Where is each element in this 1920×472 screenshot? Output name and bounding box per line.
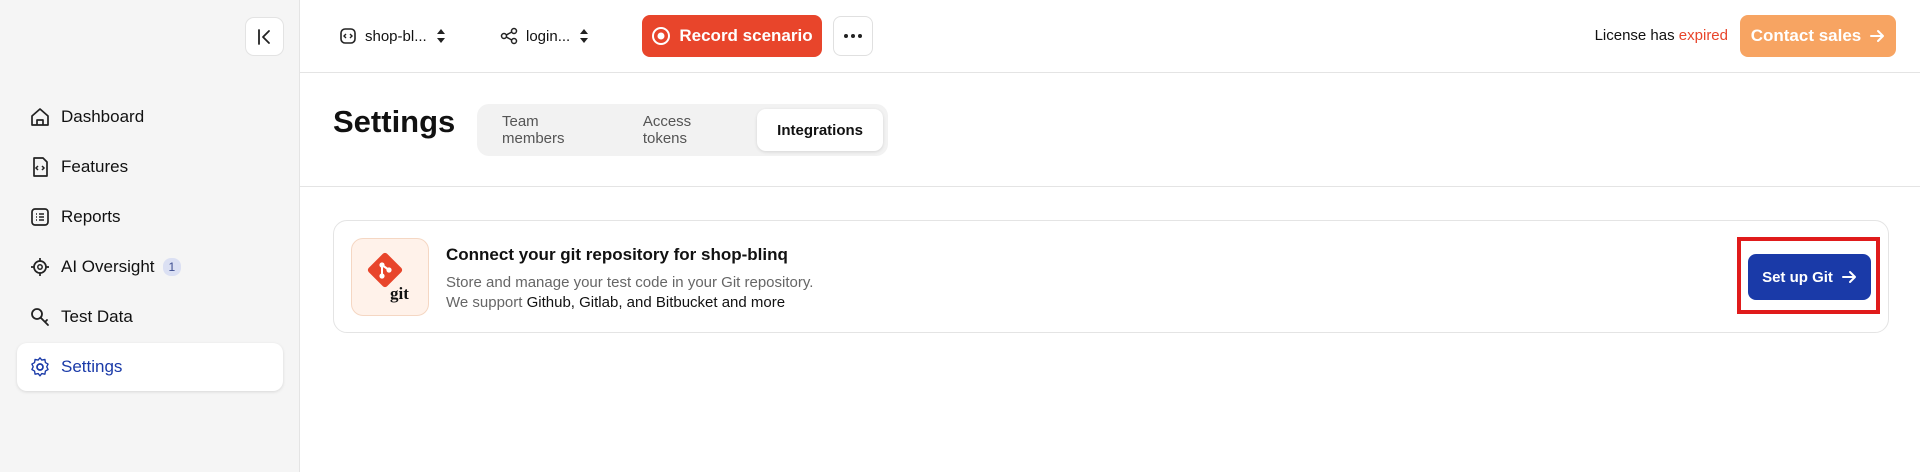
ai-chip-icon xyxy=(31,258,49,276)
home-icon xyxy=(31,108,49,126)
top-bar: shop-bl... login... Record scenario Lice… xyxy=(300,0,1920,73)
contact-sales-button[interactable]: Contact sales xyxy=(1740,15,1896,57)
feature-file-icon xyxy=(33,157,48,177)
scenario-selector[interactable]: login... xyxy=(500,23,590,49)
sidebar-item-label: Test Data xyxy=(61,307,133,326)
git-logo-text: git xyxy=(390,284,409,303)
sidebar-nav: Dashboard Features Reports AI Oversight … xyxy=(17,93,283,393)
arrow-right-icon xyxy=(1841,271,1856,283)
git-integration-card: git Connect your git repository for shop… xyxy=(333,220,1889,333)
tab-team-members[interactable]: Team members xyxy=(482,109,623,151)
header-divider xyxy=(300,186,1920,187)
project-code-icon xyxy=(340,28,356,44)
record-scenario-button[interactable]: Record scenario xyxy=(642,15,822,57)
list-icon xyxy=(31,208,49,226)
git-card-title: Connect your git repository for shop-bli… xyxy=(446,245,788,264)
sidebar-item-label: Features xyxy=(61,157,129,176)
scenario-selector-label: login... xyxy=(526,27,571,45)
git-card-desc-line2: We support Github, Gitlab, and Bitbucket… xyxy=(446,293,813,313)
git-card-description: Store and manage your test code in your … xyxy=(446,273,813,313)
flow-nodes-icon xyxy=(500,27,518,45)
git-logo-icon: git xyxy=(367,252,409,303)
sidebar-item-label: Settings xyxy=(61,357,123,376)
sidebar-item-dashboard[interactable]: Dashboard xyxy=(17,93,283,141)
collapse-left-icon xyxy=(257,28,270,45)
git-card-desc-prefix: We support xyxy=(446,294,523,311)
page-title: Settings xyxy=(333,104,456,139)
more-dots-icon xyxy=(844,34,862,38)
license-status: License has expired xyxy=(1595,27,1728,44)
sidebar-item-features[interactable]: Features xyxy=(17,143,283,191)
git-card-providers: Github, Gitlab, and Bitbucket and more xyxy=(526,294,786,311)
git-logo-tile: git xyxy=(351,238,429,316)
setup-git-button[interactable]: Set up Git xyxy=(1748,254,1871,300)
sidebar: Dashboard Features Reports AI Oversight … xyxy=(0,0,300,472)
arrow-right-icon xyxy=(1870,30,1885,42)
collapse-sidebar-button[interactable] xyxy=(245,17,284,56)
sidebar-item-label: AI Oversight xyxy=(61,257,155,276)
search-key-icon xyxy=(31,308,49,326)
license-expired-text: expired xyxy=(1678,27,1728,44)
sidebar-item-ai-oversight[interactable]: AI Oversight 1 xyxy=(17,243,283,291)
more-options-button[interactable] xyxy=(833,16,873,56)
project-selector-label: shop-bl... xyxy=(365,27,427,45)
project-selector[interactable]: shop-bl... xyxy=(339,23,447,49)
gear-icon xyxy=(31,357,49,377)
sidebar-item-test-data[interactable]: Test Data xyxy=(17,293,283,341)
record-icon xyxy=(652,27,671,45)
settings-tabs: Team members Access tokens Integrations xyxy=(477,104,888,156)
ai-oversight-count-badge: 1 xyxy=(162,258,182,276)
sidebar-item-label: Dashboard xyxy=(61,107,145,126)
tab-integrations[interactable]: Integrations xyxy=(757,109,883,151)
contact-sales-label: Contact sales xyxy=(1750,26,1862,45)
sidebar-item-settings[interactable]: Settings xyxy=(17,343,283,391)
tab-access-tokens[interactable]: Access tokens xyxy=(623,109,757,151)
chevron-up-down-icon xyxy=(580,29,589,43)
chevron-up-down-icon xyxy=(436,29,445,43)
setup-git-label: Set up Git xyxy=(1762,268,1833,286)
sidebar-item-reports[interactable]: Reports xyxy=(17,193,283,241)
license-prefix: License has xyxy=(1594,27,1675,44)
git-card-desc-line1: Store and manage your test code in your … xyxy=(446,274,814,291)
record-scenario-label: Record scenario xyxy=(679,26,813,45)
sidebar-item-label: Reports xyxy=(61,207,121,226)
